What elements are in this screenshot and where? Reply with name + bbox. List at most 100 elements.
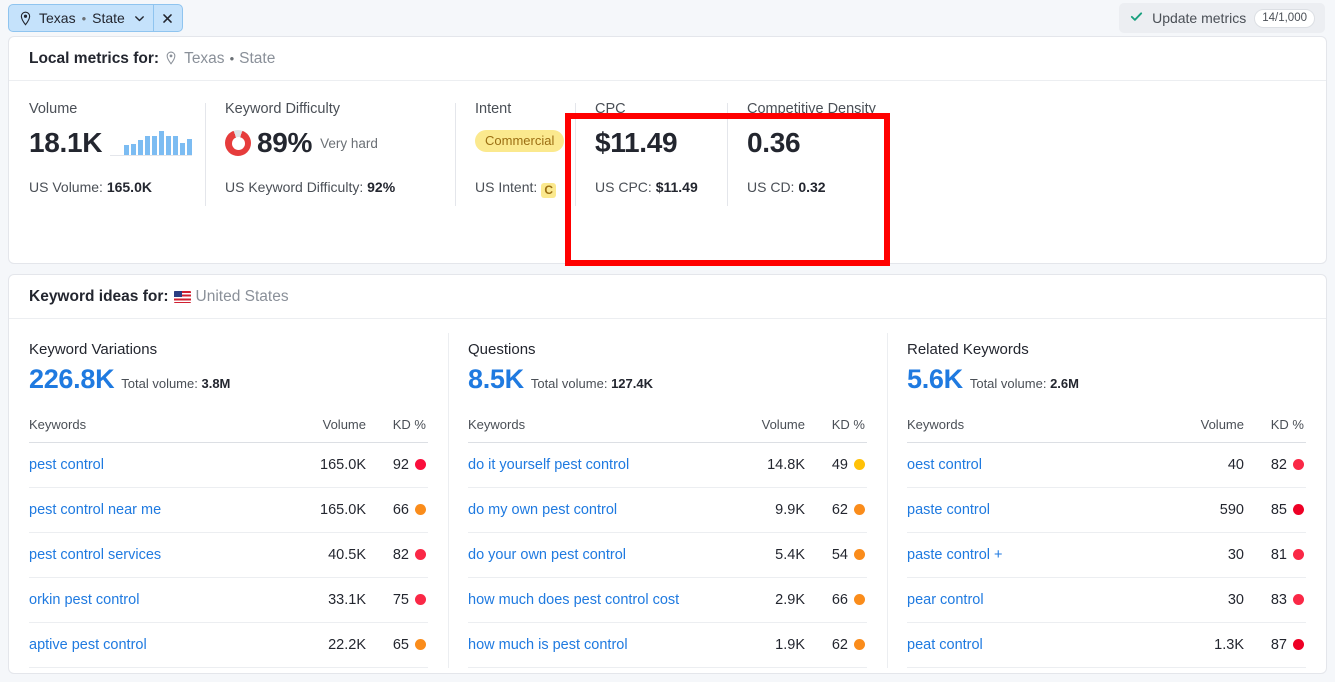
metric-volume-footer-value: 165.0K [106,179,152,195]
volume-cell: 33.1K [292,577,366,623]
volume-sparkline [110,130,193,156]
metric-cd-footer-value: 0.32 [798,179,826,195]
metric-volume-footer-label: US Volume: [29,179,103,195]
volume-cell: 165.0K [292,442,366,488]
metric-kd-label: Keyword Difficulty [225,101,340,117]
metric-cpc-label: CPC [595,101,626,117]
column-total-volume: Total volume: 3.8M [121,376,230,391]
header-volume[interactable]: Volume [1170,417,1244,443]
column-count[interactable]: 8.5K [468,364,524,395]
header-kd[interactable]: KD % [805,417,867,443]
metric-competitive-density: Competitive Density 0.36 US CD: 0.32 [727,101,897,208]
kd-cell: 54 [805,532,867,578]
keyword-link[interactable]: aptive pest control [29,622,292,668]
keyword-link[interactable]: do it yourself pest control [468,442,731,488]
keyword-ideas-country-name: United States [195,287,289,305]
keyword-link[interactable]: do your own pest control [468,532,731,578]
keyword-link[interactable]: oest control [907,442,1170,488]
kd-cell: 81 [1244,532,1306,578]
metric-intent-footer-value: C [541,183,557,198]
kd-status-dot [1293,594,1304,605]
metric-cpc-footer-label: US CPC: [595,179,652,195]
keyword-link[interactable]: pest control [29,442,292,488]
kd-value: 85 [1270,502,1287,518]
header-kd[interactable]: KD % [366,417,428,443]
kd-status-dot [415,594,426,605]
volume-cell: 590 [1170,487,1244,533]
header-keywords[interactable]: Keywords [907,417,1170,443]
column-total-label: Total volume: [121,376,198,391]
keyword-link[interactable]: do my own pest control [468,487,731,533]
header-volume[interactable]: Volume [731,417,805,443]
header-keywords[interactable]: Keywords [29,417,292,443]
kd-cell: 62 [805,622,867,668]
volume-cell: 2.9K [731,577,805,623]
column-count[interactable]: 5.6K [907,364,963,395]
volume-cell: 1.9K [731,622,805,668]
volume-cell: 40.5K [292,532,366,578]
volume-cell: 165.0K [292,487,366,533]
kd-value: 75 [392,592,409,608]
table-row: pear control 30 83 [907,577,1306,623]
keyword-link[interactable]: pest control services [29,532,292,578]
column-total-value: 3.8M [201,376,231,391]
kd-status-dot [1293,504,1304,515]
sparkline-bar [124,145,130,155]
header-volume[interactable]: Volume [292,417,366,443]
update-metrics-button[interactable]: Update metrics 14/1,000 [1119,3,1325,33]
column-title: Related Keywords [907,341,1029,358]
metric-cd-label: Competitive Density [747,101,876,117]
metric-cd-footer: US CD: 0.32 [747,179,877,195]
kd-cell: 49 [805,442,867,488]
keyword-link[interactable]: paste control + [907,532,1170,578]
column-total-label: Total volume: [969,376,1047,391]
metric-keyword-difficulty: Keyword Difficulty 89% Very hard US Keyw… [205,101,455,208]
table-row: do my own pest control 9.9K 62 [468,487,867,533]
keyword-link[interactable]: paste control [907,487,1170,533]
related-keywords-column: Related Keywords 5.6K Total volume: 2.6M… [887,319,1326,668]
header-kd[interactable]: KD % [1244,417,1306,443]
metric-cpc-footer-value: $11.49 [655,179,698,195]
keyword-link[interactable]: peat control [907,622,1170,668]
table-row: do your own pest control 5.4K 54 [468,532,867,578]
local-metrics-location-type: State [239,49,276,67]
table-row: paste control +30 81 [907,532,1306,578]
table-header-row: Keywords Volume KD % [468,417,867,443]
metric-kd-footer: US Keyword Difficulty: 92% [225,179,435,195]
keyword-link[interactable]: how much is pest control [468,622,731,668]
volume-cell: 1.3K [1170,622,1244,668]
metric-kd-footer-label: US Keyword Difficulty: [225,179,364,195]
keyword-link[interactable]: pear control [907,577,1170,623]
volume-cell: 40 [1170,442,1244,488]
kd-cell: 92 [366,442,428,488]
location-chip-separator: • [81,10,87,26]
column-total-label: Total volume: [530,376,608,391]
sparkline-bar [173,135,179,155]
metric-intent-footer-label: US Intent: [475,179,538,195]
header-keywords[interactable]: Keywords [468,417,731,443]
location-filter-chip[interactable]: Texas • State [8,4,183,32]
kd-status-dot [1293,459,1304,470]
local-metrics-location-name: Texas [184,49,225,67]
kd-cell: 85 [1244,487,1306,533]
location-chip-close-button[interactable] [154,5,182,31]
location-chip-main[interactable]: Texas • State [9,5,153,31]
volume-cell: 5.4K [731,532,805,578]
keyword-link[interactable]: orkin pest control [29,577,292,623]
chevron-down-icon[interactable] [133,12,145,24]
keyword-table: Keywords Volume KD % pest control 165.0K 9… [29,417,428,668]
volume-cell: 9.9K [731,487,805,533]
keyword-ideas-country: United States [173,287,289,306]
sparkline-bar [180,142,186,155]
column-total-value: 2.6M [1050,376,1079,391]
location-chip-type: State [92,10,125,26]
column-count[interactable]: 226.8K [29,364,115,395]
volume-cell: 30 [1170,532,1244,578]
keyword-link[interactable]: pest control near me [29,487,292,533]
sparkline-bar [152,135,158,155]
kd-status-dot [854,459,865,470]
kd-value: 62 [831,637,848,653]
kd-value: 83 [1270,592,1287,608]
keyword-link[interactable]: how much does pest control cost [468,577,731,623]
check-icon [1129,9,1144,27]
